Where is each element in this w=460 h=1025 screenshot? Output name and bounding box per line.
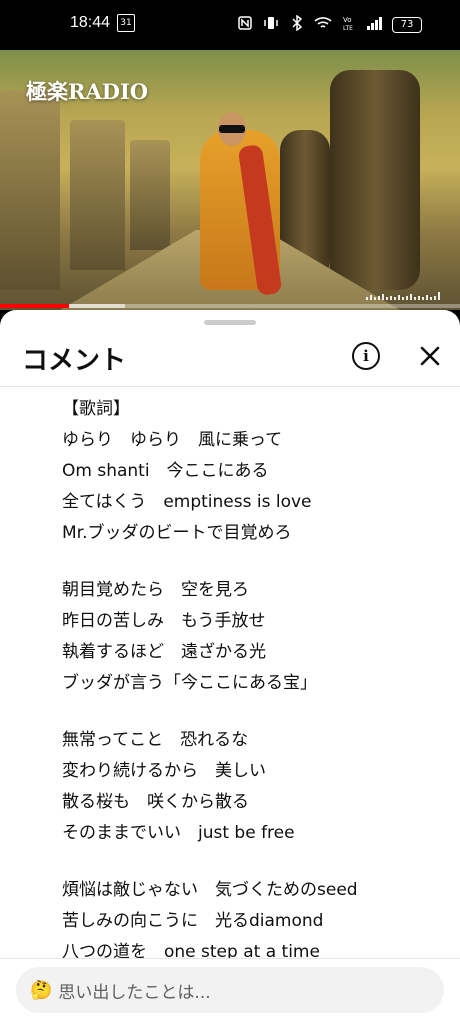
info-icon[interactable]: i [352,342,380,370]
lyrics-line: 変わり続けるから 美しい [62,761,266,781]
lyrics-line: 全てはくう emptiness is love [62,492,312,512]
video-progress-bar[interactable] [0,304,460,308]
battery-icon: 73 [392,17,422,33]
close-icon[interactable] [416,342,444,370]
lyrics-line: 無常ってこと 恐れるな [62,730,249,750]
progress-played [0,304,69,308]
comment-input[interactable]: 🤔 思い出したことは... [16,967,444,1013]
lyrics-line: 執着するほど 遠ざかる光 [62,642,266,662]
volte-icon: Vo LTE [340,14,358,32]
comments-sheet: コメント i 【歌詞】ゆらり ゆらり 風に乗って Om shanti 今ここにある… [0,310,460,1024]
lyrics-line: 昨日の苦しみ もう手放せ [62,611,266,631]
lyrics-gap [62,849,442,875]
pagoda-left-2 [70,120,125,270]
svg-text:LTE: LTE [343,25,353,31]
status-time: 18:44 [70,14,111,31]
lyrics-line: 苦しみの向こうに 光るdiamond [62,911,324,931]
sheet-title: コメント [22,346,127,376]
lyrics-line: Mr.ブッダのビートで目覚めろ [62,523,292,543]
sunglasses [219,125,245,133]
lyrics-line: そのままでいい just be free [62,823,295,843]
lyrics-gap [62,549,442,575]
lyrics-line: ブッダが言う「今ここにある宝」 [62,673,317,693]
thinking-emoji-icon: 🤔 [30,979,53,1001]
lyrics-line: 【歌詞】 [62,399,130,419]
video-player[interactable]: 極楽RADIO [0,50,460,310]
lyrics-line: 朝目覚めたら 空を見ろ [62,580,249,600]
channel-logo: 極楽RADIO [26,79,149,104]
comment-placeholder: 思い出したことは... [58,982,211,1003]
audio-visualizer [366,292,440,300]
nfc-icon [236,14,254,32]
bluetooth-icon [288,14,306,32]
pagoda-left-3 [130,140,170,250]
svg-text:Vo: Vo [343,16,352,24]
lyrics-text: 【歌詞】ゆらり ゆらり 風に乗って Om shanti 今ここにある全てはくう e… [62,394,442,968]
status-bar: 18:44 31 Vo LTE 73 [0,0,460,50]
progress-buffered [69,304,125,308]
divider [0,386,460,387]
wifi-icon [314,14,332,32]
lyrics-gap [62,699,442,725]
pagoda-left [0,90,60,290]
calendar-icon: 31 [117,14,135,32]
lyrics-line: Om shanti 今ここにある [62,461,269,481]
lyrics-line: ゆらり ゆらり 風に乗って [62,430,283,450]
drag-handle[interactable] [204,320,256,325]
lyrics-line: 散る桜も 咲くから散る [62,792,249,812]
vibrate-icon [262,14,280,32]
signal-icon [366,14,384,32]
lyrics-line: 煩悩は敵じゃない 気づくためのseed [62,880,358,900]
status-icons: Vo LTE [236,14,384,32]
comment-input-bar: 🤔 思い出したことは... [0,958,460,1025]
tree-right [330,70,420,290]
